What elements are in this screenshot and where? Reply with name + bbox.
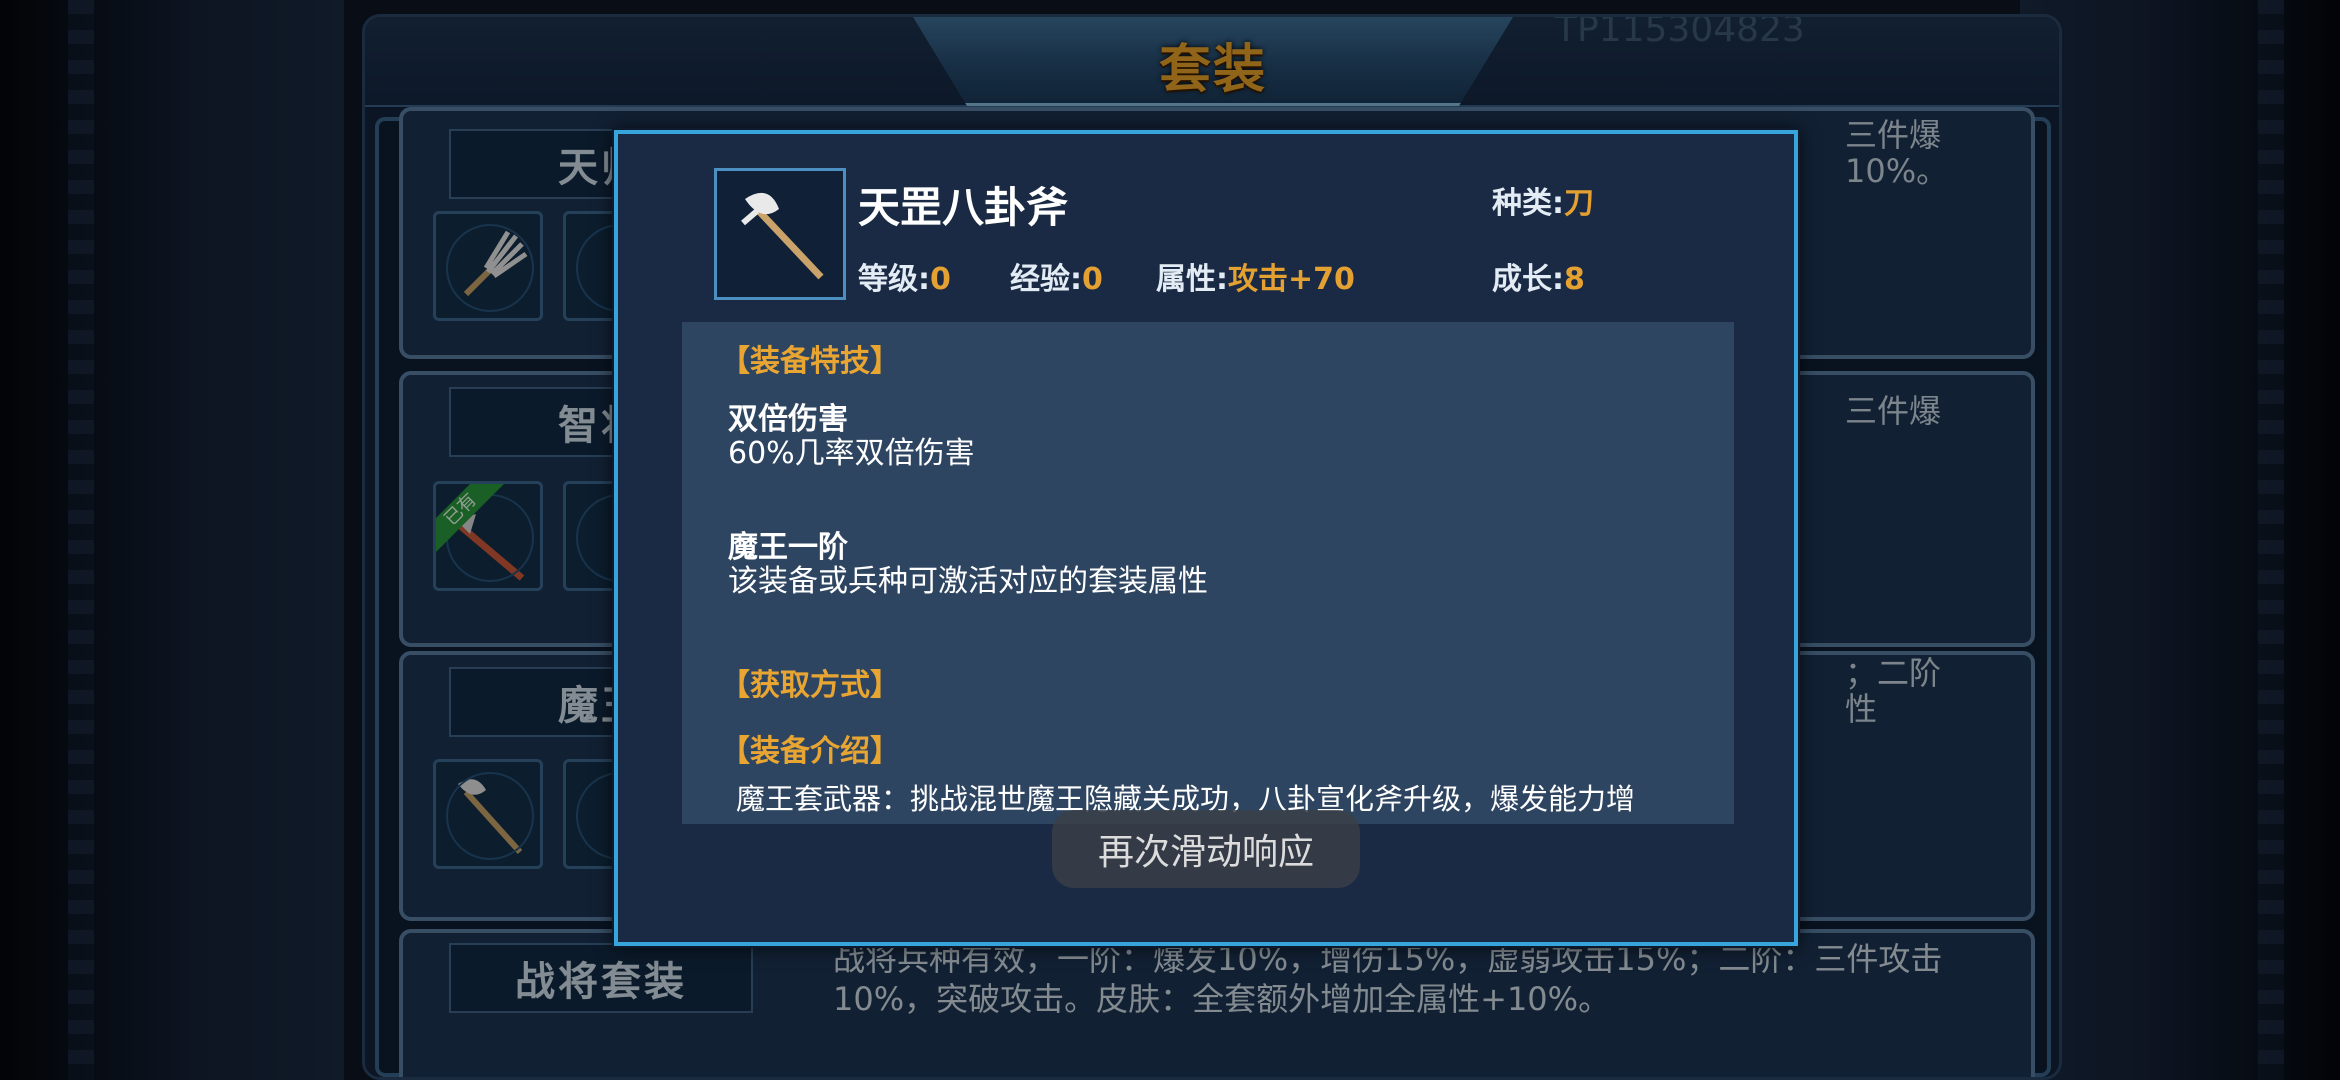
item-type: 种类:刀 xyxy=(1492,186,1594,221)
skill-desc: 该装备或兵种可激活对应的套装属性 xyxy=(728,564,1208,599)
item-name: 天罡八卦斧 xyxy=(858,183,1069,232)
item-icon-frame xyxy=(714,168,846,300)
toast-message: 再次滑动响应 xyxy=(1052,810,1360,888)
skills-title: 【装备特技】 xyxy=(720,344,900,379)
axe-icon xyxy=(741,192,824,280)
skill-desc: 60%几率双倍伤害 xyxy=(728,436,975,471)
item-level: 等级:0 xyxy=(858,262,951,297)
intro-title: 【装备介绍】 xyxy=(720,734,900,769)
item-attribute: 属性:攻击+70 xyxy=(1156,262,1355,297)
acquire-title: 【获取方式】 xyxy=(720,668,900,703)
item-growth: 成长:8 xyxy=(1492,262,1585,297)
detail-scroll-panel[interactable]: 【装备特技】 双倍伤害 60%几率双倍伤害 魔王一阶 该装备或兵种可激活对应的套… xyxy=(682,322,1734,824)
item-exp: 经验:0 xyxy=(1010,262,1103,297)
